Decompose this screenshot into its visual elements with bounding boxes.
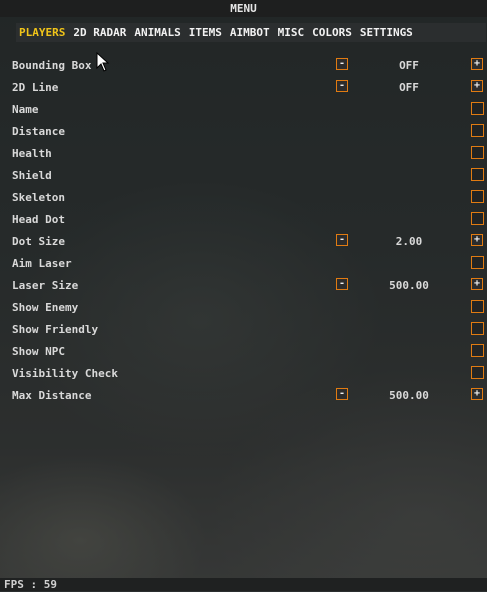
name-checkbox[interactable]: [471, 102, 484, 115]
increment-button[interactable]: +: [471, 58, 483, 70]
skeleton-checkbox[interactable]: [471, 190, 484, 203]
setting-row-show-enemy: Show Enemy: [0, 298, 487, 320]
distance-checkbox[interactable]: [471, 124, 484, 137]
setting-row-visibility-check: Visibility Check: [0, 364, 487, 386]
setting-value: OFF: [399, 59, 419, 72]
head-dot-checkbox[interactable]: [471, 212, 484, 225]
menu-title: MENU: [230, 2, 257, 15]
fps-counter: FPS : 59: [4, 578, 57, 591]
decrement-button[interactable]: -: [336, 58, 348, 70]
menu-title-bar[interactable]: MENU: [0, 0, 487, 17]
setting-value: OFF: [399, 81, 419, 94]
setting-label: Name: [12, 103, 39, 116]
increment-button[interactable]: +: [471, 278, 483, 290]
tab-items[interactable]: ITEMS: [189, 23, 222, 42]
setting-label: Show Enemy: [12, 301, 79, 314]
setting-label: 2D Line: [12, 81, 59, 94]
status-bar: [0, 578, 487, 591]
show-npc-checkbox[interactable]: [471, 344, 484, 357]
shield-checkbox[interactable]: [471, 168, 484, 181]
setting-value: 2.00: [395, 235, 423, 248]
tab-players[interactable]: PLAYERS: [19, 23, 65, 42]
setting-row-name: Name: [0, 100, 487, 122]
setting-row-skeleton: Skeleton: [0, 188, 487, 210]
setting-label: Aim Laser: [12, 257, 72, 270]
setting-label: Max Distance: [12, 389, 92, 402]
setting-label: Laser Size: [12, 279, 79, 292]
setting-row-2d-line: 2D Line - OFF +: [0, 78, 487, 100]
tab-bar: PLAYERS 2D RADAR ANIMALS ITEMS AIMBOT MI…: [16, 23, 486, 42]
setting-label: Health: [12, 147, 52, 160]
mouse-cursor-icon: [96, 52, 110, 72]
decrement-button[interactable]: -: [336, 234, 348, 246]
setting-value: 500.00: [389, 279, 429, 292]
tab-animals[interactable]: ANIMALS: [134, 23, 180, 42]
tab-misc[interactable]: MISC: [278, 23, 305, 42]
setting-label: Bounding Box: [12, 59, 92, 72]
setting-row-distance: Distance: [0, 122, 487, 144]
setting-label: Distance: [12, 125, 65, 138]
setting-row-health: Health: [0, 144, 487, 166]
setting-row-head-dot: Head Dot: [0, 210, 487, 232]
show-friendly-checkbox[interactable]: [471, 322, 484, 335]
increment-button[interactable]: +: [471, 80, 483, 92]
setting-row-max-distance: Max Distance - 500.00 +: [0, 386, 487, 408]
setting-row-dot-size: Dot Size - 2.00 +: [0, 232, 487, 254]
setting-label: Show Friendly: [12, 323, 99, 336]
setting-row-bounding-box: Bounding Box - OFF +: [0, 56, 487, 78]
show-enemy-checkbox[interactable]: [471, 300, 484, 313]
visibility-check-checkbox[interactable]: [471, 366, 484, 379]
setting-label: Show NPC: [12, 345, 65, 358]
tab-settings[interactable]: SETTINGS: [360, 23, 413, 42]
setting-value: 500.00: [389, 389, 429, 402]
decrement-button[interactable]: -: [336, 80, 348, 92]
setting-row-laser-size: Laser Size - 500.00 +: [0, 276, 487, 298]
setting-row-show-npc: Show NPC: [0, 342, 487, 364]
setting-row-show-friendly: Show Friendly: [0, 320, 487, 342]
decrement-button[interactable]: -: [336, 388, 348, 400]
increment-button[interactable]: +: [471, 388, 483, 400]
setting-row-shield: Shield: [0, 166, 487, 188]
setting-label: Shield: [12, 169, 52, 182]
tab-2d-radar[interactable]: 2D RADAR: [73, 23, 126, 42]
increment-button[interactable]: +: [471, 234, 483, 246]
setting-label: Dot Size: [12, 235, 65, 248]
health-checkbox[interactable]: [471, 146, 484, 159]
decrement-button[interactable]: -: [336, 278, 348, 290]
tab-colors[interactable]: COLORS: [312, 23, 352, 42]
setting-label: Skeleton: [12, 191, 65, 204]
setting-label: Visibility Check: [12, 367, 118, 380]
setting-row-aim-laser: Aim Laser: [0, 254, 487, 276]
setting-label: Head Dot: [12, 213, 65, 226]
tab-aimbot[interactable]: AIMBOT: [230, 23, 270, 42]
aim-laser-checkbox[interactable]: [471, 256, 484, 269]
